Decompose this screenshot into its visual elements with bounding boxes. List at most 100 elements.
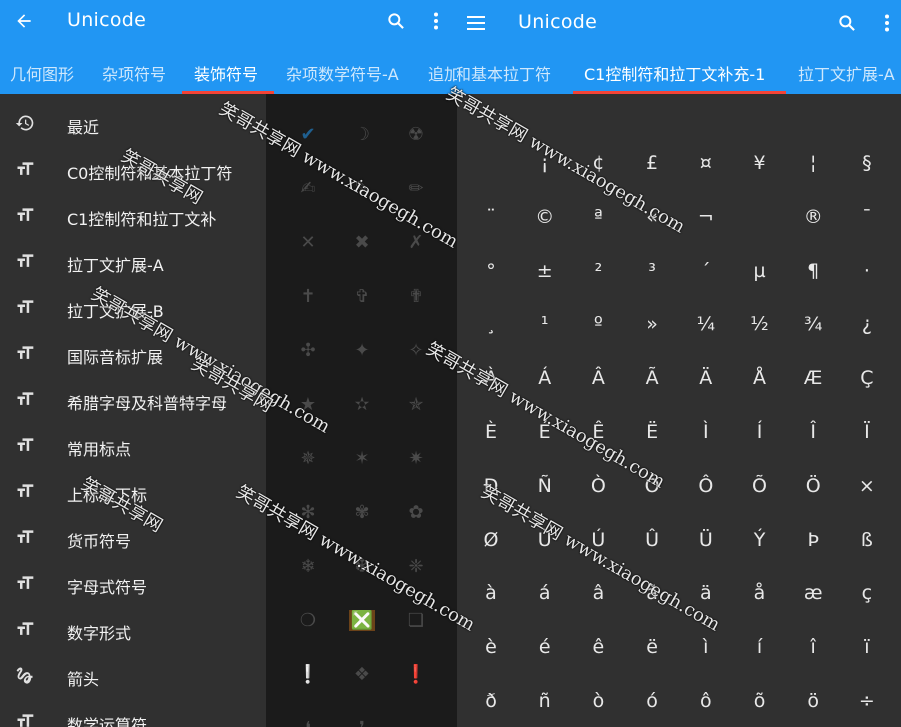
dingbat-symbol[interactable]: ✷ [389,448,443,469]
unicode-char-cell[interactable]: ò [571,674,625,727]
drawer-item[interactable]: 货币符号 [0,516,266,562]
unicode-char-cell[interactable]: ® [786,190,840,244]
unicode-char-cell[interactable]: æ [786,566,840,620]
unicode-char-cell[interactable]: Í [733,405,787,459]
unicode-char-cell[interactable]: ¹ [518,297,572,351]
unicode-char-cell[interactable]: å [733,566,787,620]
unicode-char-cell[interactable]: Ò [571,459,625,513]
unicode-char-cell[interactable]: ä [679,566,733,620]
dingbat-symbol[interactable]: ✶ [335,448,389,469]
unicode-char-cell[interactable]: À [464,351,518,405]
dingbat-symbol[interactable]: ☢ [389,124,443,145]
unicode-char-cell[interactable]: ¿ [840,297,894,351]
unicode-char-cell[interactable]: ½ [733,297,787,351]
unicode-char-cell[interactable]: µ [733,244,787,298]
unicode-char-cell[interactable]: É [518,405,572,459]
dingbat-symbol[interactable]: ✿ [389,502,443,523]
dingbat-symbol[interactable]: ✗ [389,232,443,253]
dingbat-symbol[interactable]: ✦ [335,340,389,361]
drawer-item[interactable]: 字母式符号 [0,562,266,608]
unicode-char-cell[interactable]: á [518,566,572,620]
unicode-char-cell[interactable]: Ì [679,405,733,459]
unicode-char-cell[interactable]: ´ [679,244,733,298]
unicode-char-cell[interactable]: · [840,244,894,298]
dingbat-symbol[interactable]: ✎ [335,178,389,199]
unicode-char-cell[interactable]: ¦ [786,136,840,190]
unicode-char-cell[interactable]: í [733,620,787,674]
unicode-char-cell[interactable]: Ä [679,351,733,405]
unicode-char-cell[interactable]: Þ [786,513,840,567]
unicode-char-cell[interactable]: ñ [518,674,572,727]
dingbat-symbol[interactable]: ✻ [281,502,335,523]
dingbat-symbol[interactable]: ❏ [389,610,443,631]
unicode-char-cell[interactable]: Û [625,513,679,567]
dingbat-symbol[interactable]: ✧ [389,340,443,361]
drawer-item[interactable]: 拉丁文扩展-B [0,286,266,332]
dingbat-symbol[interactable]: ✫ [335,394,389,415]
unicode-char-cell[interactable]: ð [464,674,518,727]
dingbat-symbol[interactable]: ❜ [335,718,389,727]
unicode-char-cell[interactable]: Ê [571,405,625,459]
unicode-char-cell[interactable]: é [518,620,572,674]
unicode-char-cell[interactable]: ± [518,244,572,298]
unicode-char-cell[interactable]: õ [733,674,787,727]
unicode-char-cell[interactable]: à [464,566,518,620]
unicode-char-cell[interactable]: â [571,566,625,620]
unicode-char-cell[interactable]: ¡ [518,136,572,190]
tab-c0-basic-latin[interactable]: 和基本拉丁符 [457,61,551,85]
unicode-char-cell[interactable]: Æ [786,351,840,405]
unicode-char-cell[interactable]: è [464,620,518,674]
dingbat-symbol[interactable]: ✔ [281,124,335,145]
dingbat-symbol[interactable]: ❆ [335,556,389,577]
tab-misc-symbols[interactable]: 杂项符号 [102,61,166,85]
dingbat-symbol[interactable]: ❄ [281,556,335,577]
dingbat-symbol[interactable]: ✣ [281,340,335,361]
unicode-char-cell[interactable]: ¸ [464,297,518,351]
unicode-char-cell[interactable]: Ü [679,513,733,567]
dingbat-symbol[interactable]: ❈ [389,556,443,577]
unicode-char-cell[interactable]: Ë [625,405,679,459]
dingbat-symbol[interactable]: ✟ [389,286,443,307]
unicode-char-cell[interactable]: ¾ [786,297,840,351]
drawer-item[interactable]: C1控制符和拉丁文补 [0,194,266,240]
unicode-char-cell[interactable]: Ú [571,513,625,567]
dingbat-symbol[interactable]: ❖ [335,664,389,685]
menu-icon[interactable] [463,10,489,36]
unicode-char-cell[interactable]: ô [679,674,733,727]
unicode-char-cell[interactable]: ¨ [464,190,518,244]
unicode-char-cell[interactable]: Ô [679,459,733,513]
drawer-item[interactable]: 数字形式 [0,608,266,654]
back-arrow-icon[interactable] [11,8,37,34]
tab-dingbats[interactable]: 装饰符号 [194,61,258,85]
unicode-char-cell[interactable]: ç [840,566,894,620]
unicode-char-cell[interactable]: ³ [625,244,679,298]
drawer-item[interactable]: 箭头 [0,654,266,700]
unicode-char-cell[interactable]: ° [464,244,518,298]
unicode-char-cell[interactable]: « [625,190,679,244]
drawer-item[interactable]: 常用标点 [0,424,266,470]
dingbat-symbol[interactable]: ★ [281,394,335,415]
unicode-char-cell[interactable]: ¥ [733,136,787,190]
unicode-char-cell[interactable]: Ù [518,513,572,567]
unicode-char-cell[interactable]: ß [840,513,894,567]
tab-geometric-shapes[interactable]: 几何图形 [10,61,74,85]
drawer-item[interactable]: 上标及下标 [0,470,266,516]
dingbat-symbol[interactable]: ✵ [281,448,335,469]
unicode-char-cell[interactable]: ¯ [840,190,894,244]
dingbat-symbol[interactable]: ✝ [281,286,335,307]
unicode-char-cell[interactable]: Î [786,405,840,459]
drawer-item[interactable]: C0控制符和基本拉丁符 [0,148,266,194]
unicode-char-cell[interactable]: È [464,405,518,459]
dingbat-symbol[interactable]: ✍ [281,178,335,199]
more-vert-icon[interactable] [874,10,900,36]
drawer-item[interactable]: 希腊字母及科普特字母 [0,378,266,424]
unicode-char-cell[interactable]: ï [840,620,894,674]
dingbat-symbol[interactable]: ❕ [281,664,335,685]
unicode-char-cell[interactable]: § [840,136,894,190]
unicode-char-cell[interactable]: ã [625,566,679,620]
unicode-char-cell[interactable]: ì [679,620,733,674]
unicode-char-cell[interactable]: ë [625,620,679,674]
dingbat-symbol[interactable]: ✕ [281,232,335,253]
dingbat-symbol[interactable]: ❛ [281,718,335,727]
unicode-char-cell[interactable]: Ç [840,351,894,405]
